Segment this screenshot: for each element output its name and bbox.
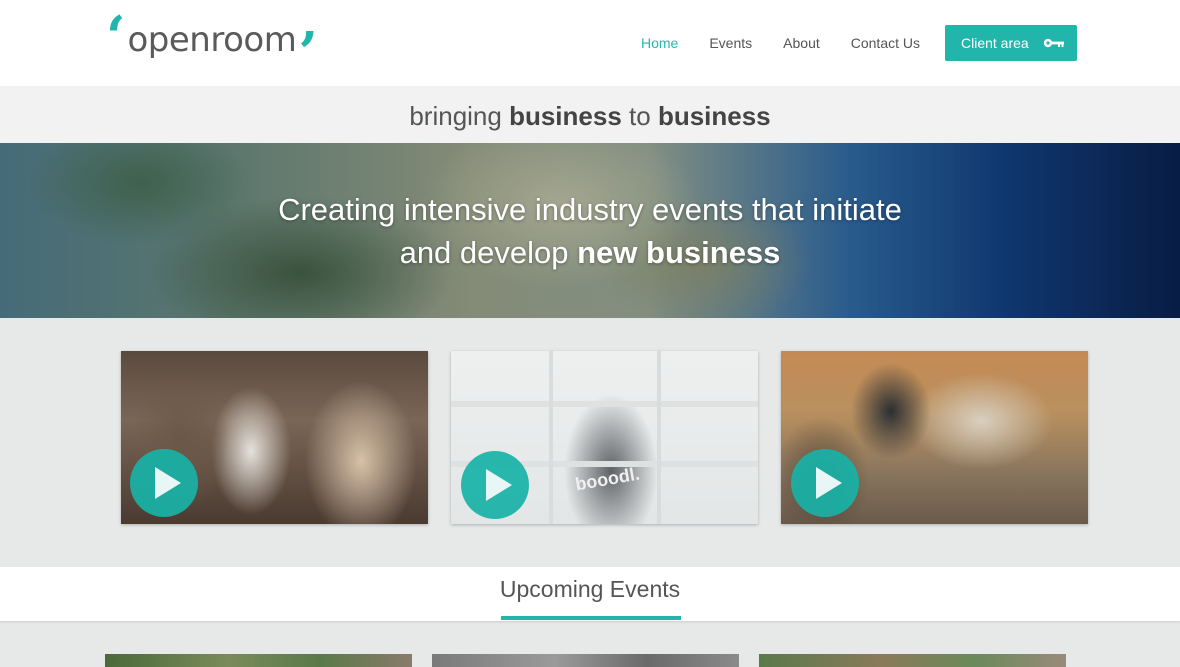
key-icon: [1043, 38, 1064, 48]
upcoming-events-section: Upcoming Events: [0, 567, 1180, 621]
play-icon[interactable]: [791, 449, 859, 517]
site-header: ‘ openroom ’ Home Events About Contact U…: [0, 0, 1180, 86]
hero-banner: Creating intensive industry events that …: [0, 143, 1180, 318]
logo-quote-close: ’: [298, 20, 318, 86]
client-area-button[interactable]: Client area: [945, 25, 1077, 61]
logo-quote-open: ‘: [106, 4, 126, 70]
video-thumbnail-presenter[interactable]: booodl.: [451, 351, 758, 524]
main-nav: Home Events About Contact Us Client area: [610, 25, 1077, 61]
hero-heading-line1: Creating intensive industry events that …: [278, 192, 902, 227]
video-thumbnail-meeting[interactable]: [781, 351, 1088, 524]
event-card-image[interactable]: [105, 654, 412, 667]
hero-heading-line2: and develop new business: [399, 235, 781, 270]
nav-events[interactable]: Events: [709, 35, 752, 51]
event-card-image[interactable]: [432, 654, 739, 667]
title-underline: [501, 616, 681, 620]
play-icon[interactable]: [461, 451, 529, 519]
hero-overlay: [0, 143, 1180, 318]
video-thumbnail-networking[interactable]: [121, 351, 428, 524]
logo-wordmark: openroom: [127, 20, 297, 60]
openroom-logo[interactable]: ‘ openroom ’: [106, 4, 318, 81]
shirt-logo-text: booodl.: [573, 463, 642, 495]
upcoming-events-title: Upcoming Events: [499, 576, 681, 602]
nav-contact-us[interactable]: Contact Us: [851, 35, 920, 51]
event-card-image[interactable]: [759, 654, 1066, 667]
nav-about[interactable]: About: [783, 35, 820, 51]
play-icon[interactable]: [130, 449, 198, 517]
nav-home[interactable]: Home: [641, 35, 678, 51]
tagline: bringing business to business: [0, 86, 1180, 143]
client-area-label: Client area: [961, 35, 1029, 51]
